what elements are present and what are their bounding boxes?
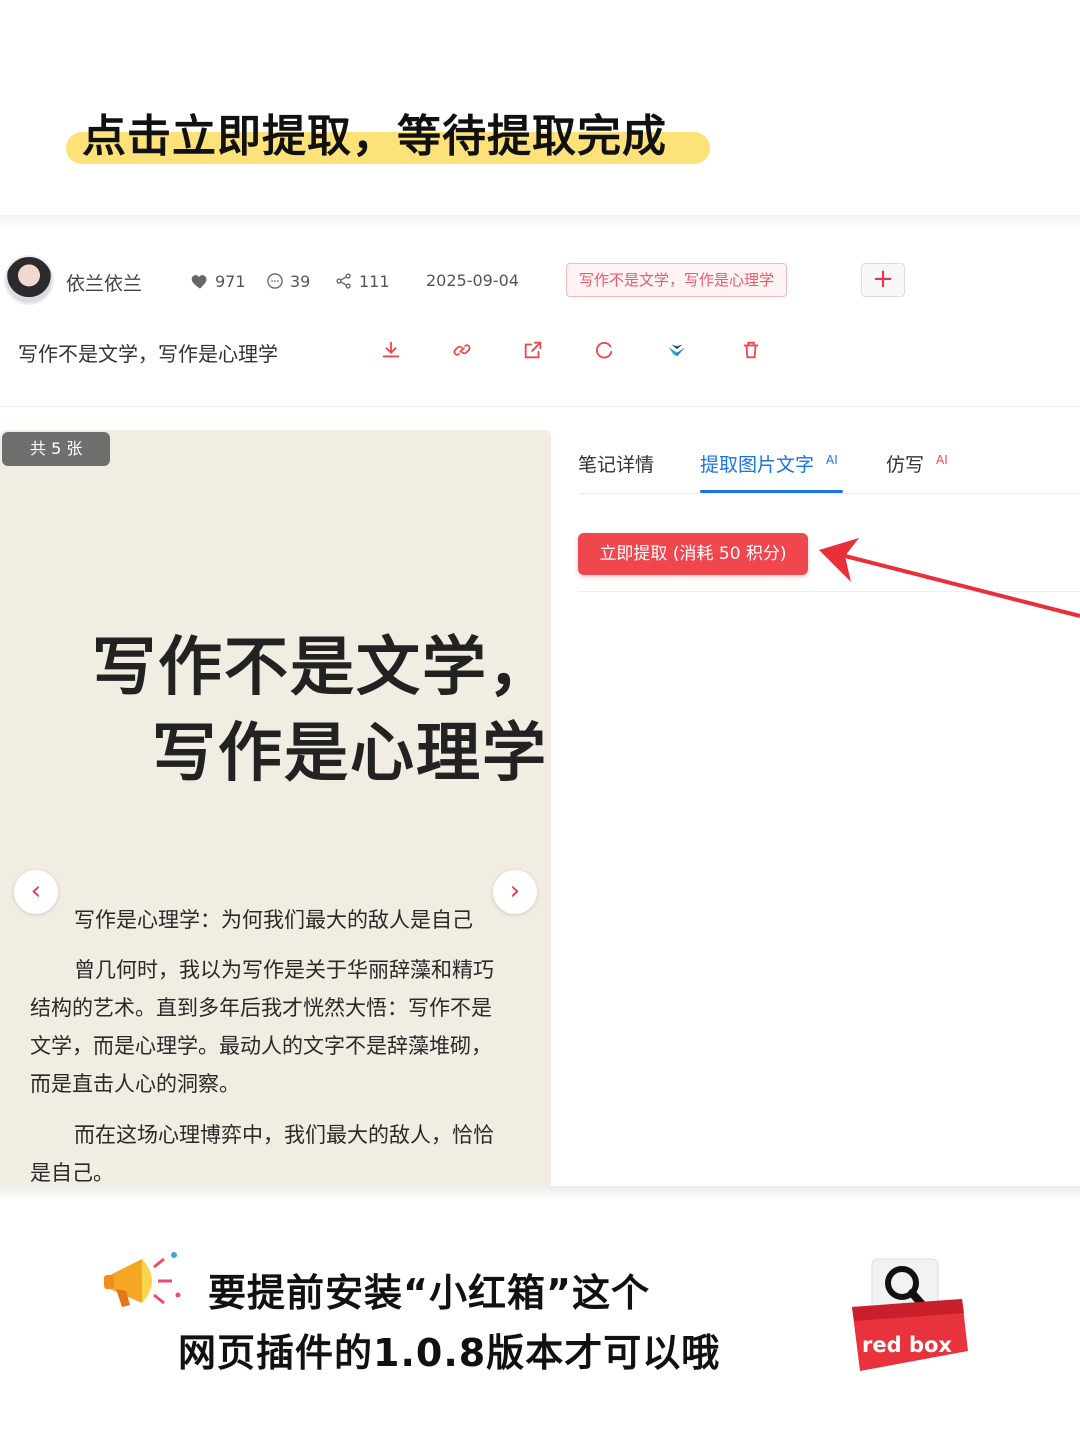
trash-icon[interactable] (737, 336, 765, 364)
likes-count: 971 (215, 271, 246, 291)
image-heading-line1: 写作不是文学， (92, 630, 551, 705)
tab-bar: 笔记详情 提取图片文字 AI 仿写 AI (578, 430, 1080, 494)
headline-block: 点击立即提取，等待提取完成 (62, 100, 710, 180)
comments-count: 39 (290, 271, 311, 291)
tab-extract-text[interactable]: 提取图片文字 AI (700, 450, 838, 477)
note-image: 共 5 张 写作不是文学， 写作是心理学 ‹ › 写作是心理学：为何我们最大的敌… (0, 430, 551, 1190)
author-row: 依兰依兰 971 39 111 2025-09-04 写作不是文学，写作是心理学… (0, 255, 1080, 307)
comment-icon (267, 273, 283, 289)
add-button[interactable]: + (861, 263, 905, 297)
likes-stat: 971 (190, 271, 246, 291)
image-body-line: 结构的艺术。直到多年后我才恍然大悟：写作不是 (30, 996, 492, 1020)
headline: 点击立即提取，等待提取完成 (82, 111, 667, 162)
author-name[interactable]: 依兰依兰 (66, 269, 142, 296)
pointer-arrow (819, 538, 1080, 618)
image-body-line: 文学，而是心理学。最动人的文字不是辞藻堆砌， (30, 1034, 492, 1058)
prev-image-button[interactable]: ‹ (14, 870, 58, 914)
tab-label: 笔记详情 (578, 454, 655, 476)
note-title-row: 写作不是文学，写作是心理学 (0, 328, 1080, 376)
megaphone-icon (104, 1252, 181, 1307)
comments-stat: 39 (265, 271, 310, 291)
tab-rewrite[interactable]: 仿写 AI (886, 450, 948, 477)
panel-top-shadow (0, 215, 1080, 231)
download-icon[interactable] (377, 336, 405, 364)
avatar[interactable] (4, 255, 54, 305)
heart-icon (191, 275, 207, 289)
shares-stat: 111 (334, 271, 390, 291)
note-title: 写作不是文学，写作是心理学 (18, 342, 278, 366)
panel-bottom-shadow (0, 1186, 1080, 1200)
shares-count: 111 (359, 271, 390, 291)
notice-line1: 要提前安装“小红箱”这个 (208, 1271, 650, 1315)
redbox-logo-text: red box (862, 1333, 952, 1357)
image-body-line: 写作是心理学：为何我们最大的敌人是自己 (74, 908, 473, 932)
tab-note-details[interactable]: 笔记详情 (578, 450, 654, 477)
divider (0, 406, 1080, 407)
tab-label: 提取图片文字 (700, 454, 815, 476)
image-body-line: 而在这场心理博弈中，我们最大的敌人，恰恰 (74, 1123, 494, 1147)
ai-badge: AI (826, 452, 838, 467)
share-icon (336, 273, 351, 289)
post-date: 2025-09-04 (426, 271, 519, 290)
image-body-line: 而是直击人心的洞察。 (30, 1072, 240, 1096)
link-icon[interactable] (448, 336, 476, 364)
image-body-line: 是自己。 (30, 1161, 114, 1185)
redbox-logo-icon (852, 1258, 968, 1371)
refresh-icon[interactable] (590, 336, 618, 364)
image-body-line: 曾几何时，我以为写作是关于华丽辞藻和精巧 (74, 958, 494, 982)
open-external-icon[interactable] (519, 336, 547, 364)
app-logo-icon[interactable] (663, 336, 691, 364)
image-count-badge: 共 5 张 (2, 432, 111, 466)
topic-tag[interactable]: 写作不是文学，写作是心理学 (566, 263, 788, 297)
next-image-button[interactable]: › (493, 870, 537, 914)
notice-line2: 网页插件的1.0.8版本才可以哦 (178, 1331, 721, 1375)
image-heading-line2: 写作是心理学 (152, 716, 548, 791)
ai-badge: AI (936, 452, 948, 467)
tab-label: 仿写 (886, 454, 925, 476)
active-tab-indicator (700, 490, 843, 493)
extract-now-button[interactable]: 立即提取 (消耗 50 积分) (578, 533, 808, 575)
